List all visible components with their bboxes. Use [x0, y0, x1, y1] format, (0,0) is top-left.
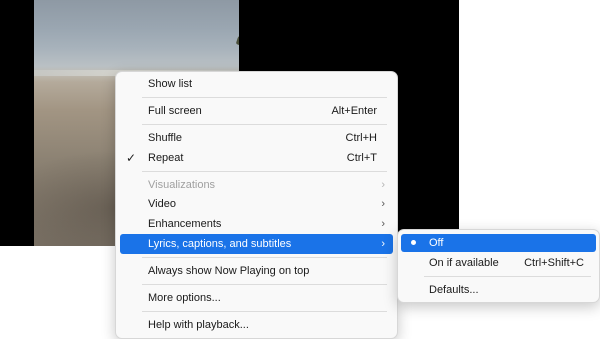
menu-separator	[142, 171, 387, 172]
menu-item-help-playback[interactable]: Help with playback...	[120, 315, 393, 335]
menu-separator	[142, 311, 387, 312]
shortcut-label: Ctrl+H	[345, 132, 377, 144]
chevron-right-icon: ›	[381, 218, 385, 230]
menu-item-enhancements[interactable]: Enhancements ›	[120, 214, 393, 234]
menu-separator	[142, 257, 387, 258]
chevron-right-icon: ›	[381, 238, 385, 250]
captions-submenu: Off On if available Ctrl+Shift+C Default…	[397, 229, 600, 303]
context-menu: Show list Full screen Alt+Enter Shuffle …	[115, 71, 398, 339]
menu-item-lyrics-captions-subtitles[interactable]: Lyrics, captions, and subtitles ›	[120, 234, 393, 254]
shortcut-label: Ctrl+Shift+C	[524, 257, 584, 269]
submenu-item-label: Off	[429, 237, 444, 249]
menu-separator	[424, 276, 591, 277]
chevron-right-icon: ›	[381, 198, 385, 210]
submenu-item-on-if-available[interactable]: On if available Ctrl+Shift+C	[401, 254, 596, 272]
menu-item-video[interactable]: Video ›	[120, 194, 393, 214]
menu-item-label: Lyrics, captions, and subtitles	[148, 238, 292, 250]
menu-item-show-list[interactable]: Show list	[120, 74, 393, 94]
menu-item-label: Shuffle	[148, 132, 183, 144]
menu-item-label: Show list	[148, 78, 193, 90]
menu-item-label: Repeat	[148, 152, 184, 164]
menu-item-label: Visualizations	[148, 179, 216, 191]
menu-item-label: Always show Now Playing on top	[148, 265, 310, 277]
submenu-item-label: Defaults...	[429, 284, 479, 296]
chevron-right-icon: ›	[381, 179, 385, 191]
menu-item-label: More options...	[148, 292, 221, 304]
menu-item-label: Video	[148, 198, 176, 210]
submenu-item-defaults[interactable]: Defaults...	[401, 281, 596, 299]
menu-item-visualizations: Visualizations ›	[120, 175, 393, 195]
menu-item-shuffle[interactable]: Shuffle Ctrl+H	[120, 128, 393, 148]
person-bending	[235, 34, 239, 60]
menu-item-always-on-top[interactable]: Always show Now Playing on top	[120, 261, 393, 281]
menu-item-repeat[interactable]: ✓ Repeat Ctrl+T	[120, 148, 393, 168]
menu-item-label: Help with playback...	[148, 319, 249, 331]
menu-item-label: Full screen	[148, 105, 202, 117]
submenu-item-off[interactable]: Off	[401, 234, 596, 252]
menu-separator	[142, 124, 387, 125]
shortcut-label: Alt+Enter	[331, 105, 377, 117]
menu-item-label: Enhancements	[148, 218, 222, 230]
menu-item-more-options[interactable]: More options...	[120, 288, 393, 308]
submenu-item-label: On if available	[429, 257, 499, 269]
shortcut-label: Ctrl+T	[346, 152, 377, 164]
checkmark-icon: ✓	[125, 151, 137, 165]
menu-item-full-screen[interactable]: Full screen Alt+Enter	[120, 101, 393, 121]
menu-separator	[142, 284, 387, 285]
menu-separator	[142, 97, 387, 98]
radio-dot-icon	[411, 240, 416, 245]
